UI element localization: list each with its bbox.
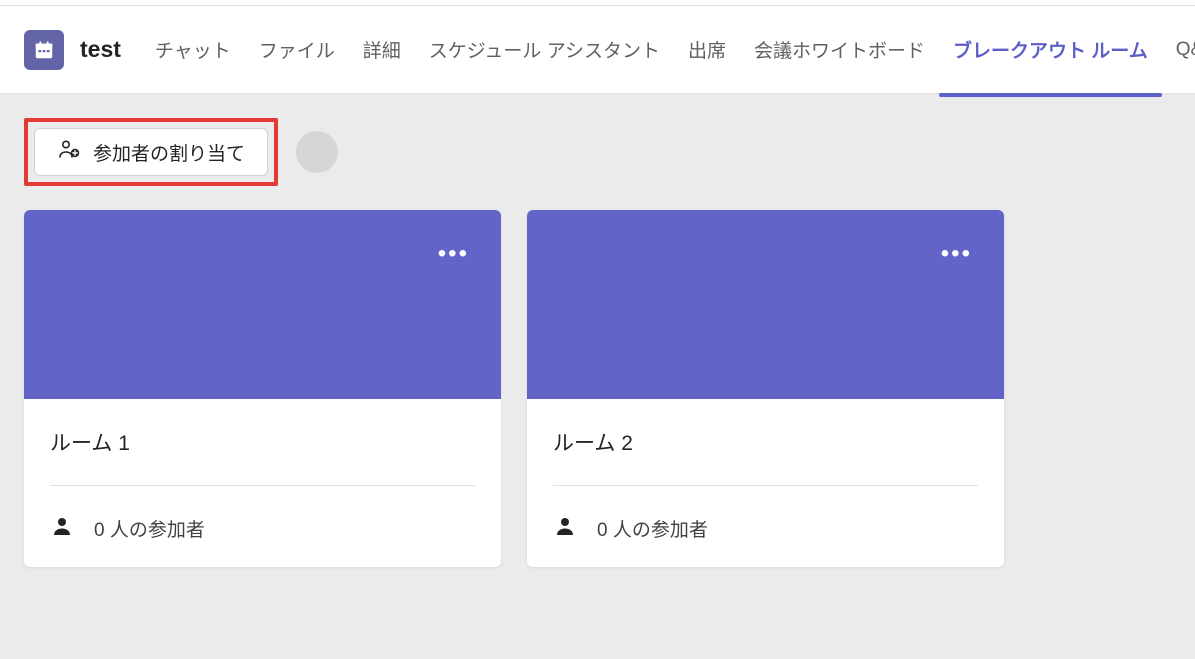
more-horizontal-icon: ••• <box>941 240 972 267</box>
more-horizontal-icon: ••• <box>438 240 469 267</box>
person-icon <box>50 514 74 543</box>
room-card-header: ••• <box>24 210 501 399</box>
room-card-header: ••• <box>527 210 1004 399</box>
room-card: ••• ルーム 2 0 人の参加者 <box>527 210 1004 567</box>
tab-attendance[interactable]: 出席 <box>674 28 740 71</box>
room-more-menu[interactable]: ••• <box>941 242 972 266</box>
content-area: 参加者の割り当て ••• ルーム 1 <box>0 94 1195 659</box>
calendar-app-icon <box>24 30 64 70</box>
highlight-annotation: 参加者の割り当て <box>24 118 278 186</box>
room-card: ••• ルーム 1 0 人の参加者 <box>24 210 501 567</box>
tab-breakout-rooms[interactable]: ブレークアウト ルーム <box>939 28 1162 71</box>
tab-scheduling-assistant[interactable]: スケジュール アシスタント <box>415 28 674 71</box>
person-icon <box>553 514 577 543</box>
participant-row: 0 人の参加者 <box>553 514 978 543</box>
tab-qa[interactable]: Q&A <box>1162 31 1195 69</box>
header-bar: test チャット ファイル 詳細 スケジュール アシスタント 出席 会議ホワイ… <box>0 6 1195 94</box>
room-card-body: ルーム 2 0 人の参加者 <box>527 399 1004 567</box>
organizer-avatar[interactable] <box>296 131 338 173</box>
meeting-title: test <box>80 36 121 63</box>
room-name: ルーム 2 <box>553 427 978 457</box>
participant-count: 0 人の参加者 <box>94 515 205 542</box>
tab-files[interactable]: ファイル <box>245 28 349 71</box>
rooms-grid: ••• ルーム 1 0 人の参加者 <box>24 210 1195 567</box>
tab-chat[interactable]: チャット <box>141 28 245 71</box>
tab-whiteboard[interactable]: 会議ホワイトボード <box>740 28 939 71</box>
tab-details[interactable]: 詳細 <box>349 28 415 71</box>
assign-participants-label: 参加者の割り当て <box>93 139 245 166</box>
divider <box>553 485 978 486</box>
participant-row: 0 人の参加者 <box>50 514 475 543</box>
room-more-menu[interactable]: ••• <box>438 242 469 266</box>
room-card-body: ルーム 1 0 人の参加者 <box>24 399 501 567</box>
divider <box>50 485 475 486</box>
participant-count: 0 人の参加者 <box>597 515 708 542</box>
people-add-icon <box>57 137 81 167</box>
assign-participants-button[interactable]: 参加者の割り当て <box>34 128 268 176</box>
toolbar: 参加者の割り当て <box>24 118 1195 186</box>
room-name: ルーム 1 <box>50 427 475 457</box>
tab-list: チャット ファイル 詳細 スケジュール アシスタント 出席 会議ホワイトボード … <box>141 28 1195 71</box>
